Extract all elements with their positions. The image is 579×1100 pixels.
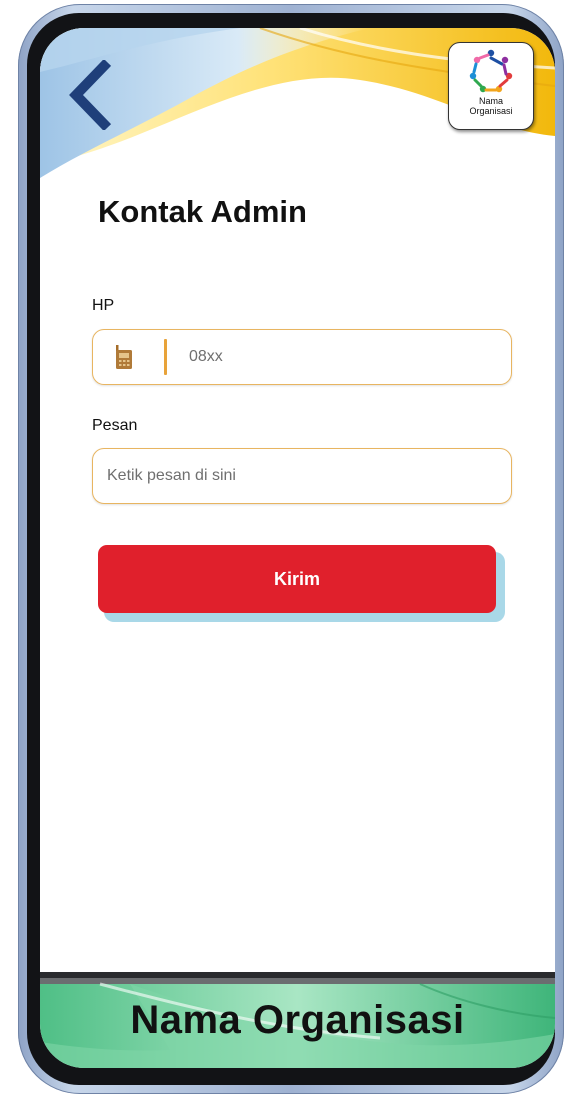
footer-title: Nama Organisasi (130, 998, 465, 1042)
chevron-left-icon (69, 58, 112, 132)
footer-banner: Nama Organisasi (40, 972, 555, 1068)
app-screen: Nama Organisasi Kontak Admin HP Pesan Ki… (40, 28, 555, 1068)
mobile-phone-icon (116, 345, 132, 369)
people-circle-logo-icon (469, 49, 513, 93)
logo-caption-text: Nama Organisasi (469, 96, 513, 116)
pesan-field-container[interactable] (92, 448, 512, 504)
submit-button[interactable]: Kirim (98, 545, 496, 613)
pesan-label: Pesan (92, 417, 138, 434)
pesan-input[interactable] (107, 449, 487, 503)
input-divider (164, 339, 167, 375)
hp-field-container[interactable] (92, 329, 512, 385)
hp-label: HP (92, 297, 115, 314)
back-button[interactable] (64, 58, 114, 132)
hp-input[interactable] (189, 330, 489, 384)
organization-logo: Nama Organisasi (448, 42, 534, 130)
page-title: Kontak Admin (98, 194, 307, 229)
logo-caption: Nama Organisasi (449, 96, 533, 116)
